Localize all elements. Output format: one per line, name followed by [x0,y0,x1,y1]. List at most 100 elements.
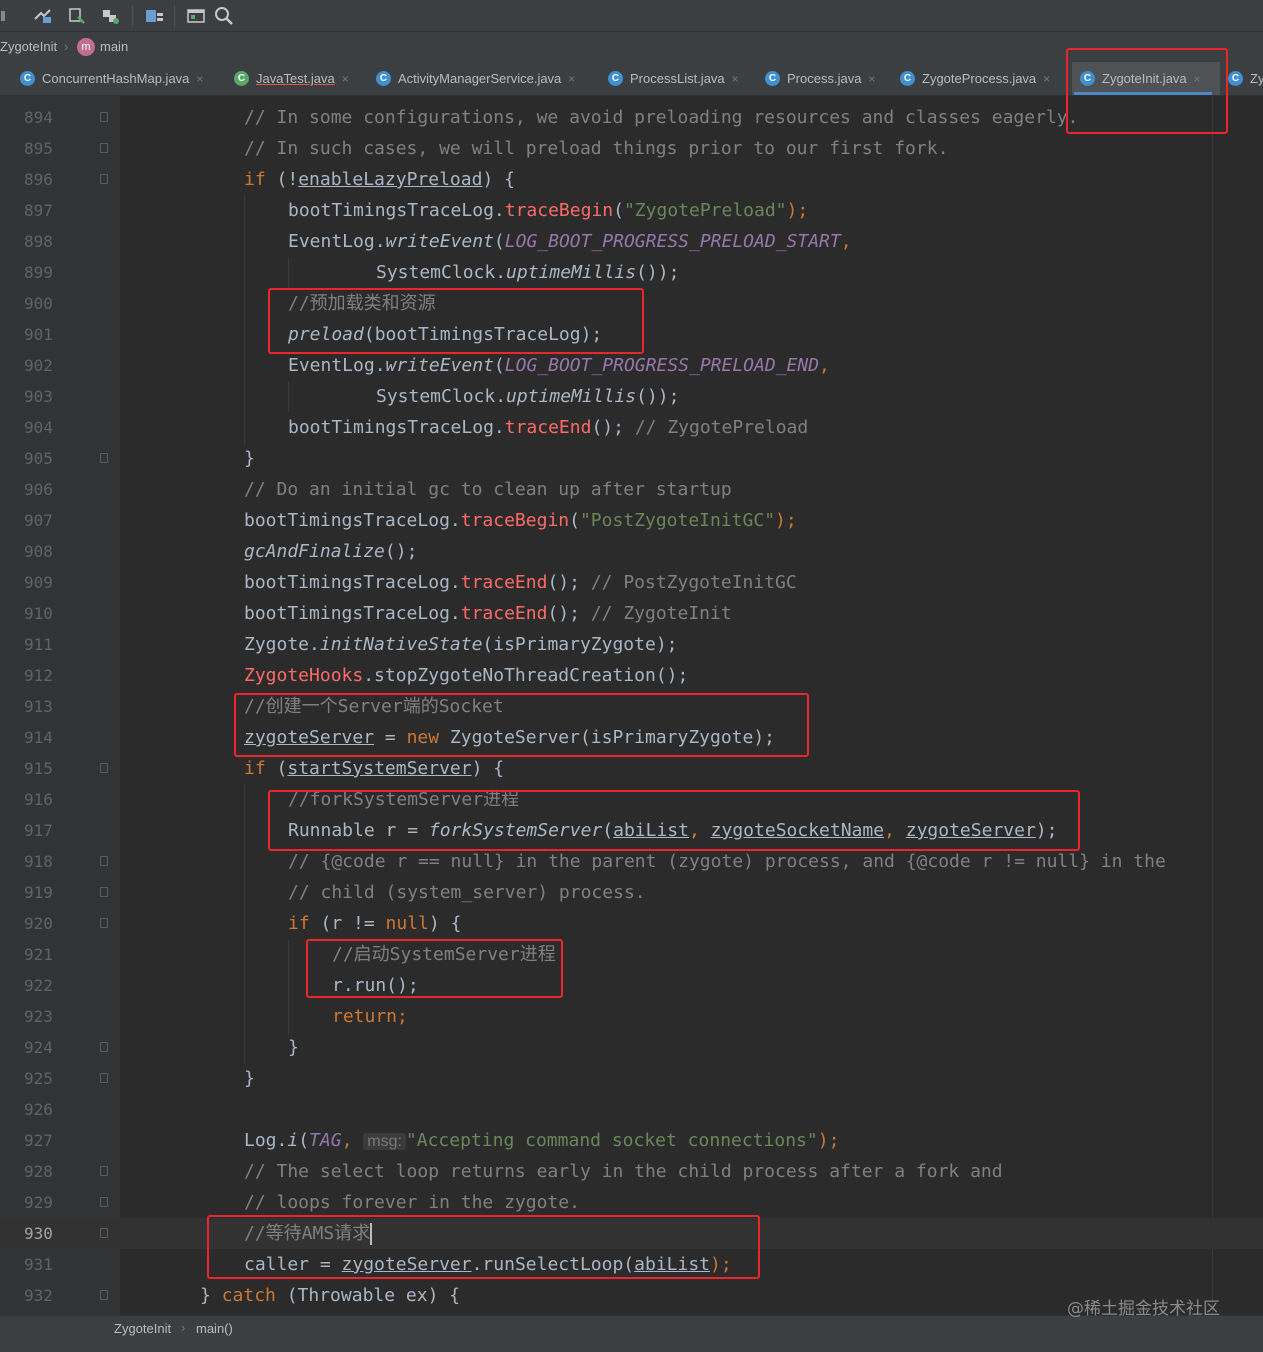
code-line-915[interactable]: 915 if (startSystemServer) { [0,753,1263,784]
code-line-909[interactable]: 909 bootTimingsTraceLog.traceEnd(); // P… [0,567,1263,598]
code-text: ); [775,510,797,531]
search-icon[interactable] [213,5,235,27]
fold-marker-icon[interactable] [100,763,108,773]
code-line-898[interactable]: 898 EventLog.writeEvent(LOG_BOOT_PROGRES… [0,226,1263,257]
code-keyword: null [385,913,429,934]
fold-marker-icon[interactable] [100,1228,108,1238]
fold-marker-icon[interactable] [100,453,108,463]
code-keyword: catch [221,1285,276,1306]
line-number: 897 [24,201,53,220]
tab-activitymanagerservice[interactable]: C ActivityManagerService.java × [376,62,575,95]
code-line-896[interactable]: 896 if (!enableLazyPreload) { [0,164,1263,195]
close-icon[interactable]: × [732,72,739,86]
code-text: ()); [636,262,680,283]
code-line-903[interactable]: 903 SystemClock.uptimeMillis()); [0,381,1263,412]
code-line-919[interactable]: 919 // child (system_server) process. [0,877,1263,908]
fold-marker-icon[interactable] [100,112,108,122]
window-icon[interactable] [185,5,207,27]
fold-marker-icon[interactable] [100,174,108,184]
code-comment: // ZygoteInit [590,603,732,624]
line-number: 910 [24,604,53,623]
code-method: traceBegin [504,200,614,221]
code-line-926[interactable]: 926 [0,1094,1263,1125]
code-constant: LOG_BOOT_PROGRESS_PRELOAD_START [504,231,841,252]
status-class[interactable]: ZygoteInit [114,1321,171,1336]
close-icon[interactable]: × [1043,72,1050,86]
code-line-906[interactable]: 906 // Do an initial gc to clean up afte… [0,474,1263,505]
status-breadcrumb: ZygoteInit › main() [0,1315,1263,1352]
code-text: ); [817,1130,840,1151]
fold-marker-icon[interactable] [100,1042,108,1052]
line-number: 907 [24,511,53,530]
code-comment: // In such cases, we will preload things… [244,138,949,159]
build-icon[interactable] [32,5,54,27]
code-line-924[interactable]: 924 } [0,1032,1263,1063]
close-icon[interactable]: × [196,72,203,86]
line-number: 899 [24,263,53,282]
code-text: ) { [482,169,515,190]
code-text: (); [591,417,635,438]
code-text: } [244,448,255,469]
fold-marker-icon[interactable] [100,1073,108,1083]
code-line-902[interactable]: 902 EventLog.writeEvent(LOG_BOOT_PROGRES… [0,350,1263,381]
code-line-911[interactable]: 911 Zygote.initNativeState(isPrimaryZygo… [0,629,1263,660]
deploy-icon[interactable] [100,5,122,27]
tab-concurrenthashmap[interactable]: C ConcurrentHashMap.java × [20,62,203,95]
breadcrumb-class[interactable]: ZygoteInit [0,39,57,54]
line-number: 930 [24,1224,53,1243]
code-line-920[interactable]: 920 if (r != null) { [0,908,1263,939]
code-line-921[interactable]: 921 //启动SystemServer进程 [0,939,1263,970]
annotation-box-zygoteserver [234,693,809,757]
fold-marker-icon[interactable] [100,887,108,897]
tab-label: ConcurrentHashMap.java [42,71,190,86]
code-line-910[interactable]: 910 bootTimingsTraceLog.traceEnd(); // Z… [0,598,1263,629]
code-line-908[interactable]: 908 gcAndFinalize(); [0,536,1263,567]
fold-marker-icon[interactable] [100,1197,108,1207]
line-number: 902 [24,356,53,375]
code-line-897[interactable]: 897 bootTimingsTraceLog.traceBegin("Zygo… [0,195,1263,226]
line-number: 896 [24,170,53,189]
status-method[interactable]: main() [196,1321,233,1336]
code-line-899[interactable]: 899 SystemClock.uptimeMillis()); [0,257,1263,288]
fold-marker-icon[interactable] [100,143,108,153]
fold-marker-icon[interactable] [100,1290,108,1300]
code-line-925[interactable]: 925 } [0,1063,1263,1094]
code-line-907[interactable]: 907 bootTimingsTraceLog.traceBegin("Post… [0,505,1263,536]
close-icon[interactable]: × [342,72,349,86]
code-text: bootTimingsTraceLog. [288,200,505,221]
code-text: ( [493,231,505,252]
breadcrumb-method[interactable]: main [100,39,128,54]
code-line-922[interactable]: 922 r.run(); [0,970,1263,1001]
line-number: 923 [24,1007,53,1026]
close-icon[interactable]: × [568,72,575,86]
fold-marker-icon[interactable] [100,856,108,866]
class-icon: C [608,71,623,86]
code-line-904[interactable]: 904 bootTimingsTraceLog.traceEnd(); // Z… [0,412,1263,443]
line-number: 931 [24,1255,53,1274]
code-comment: // In some configurations, we avoid prel… [244,107,1079,128]
tab-processlist[interactable]: C ProcessList.java × [608,62,739,95]
code-text: ) { [471,758,505,779]
code-line-905[interactable]: 905 } [0,443,1263,474]
fold-marker-icon[interactable] [100,918,108,928]
line-number: 895 [24,139,53,158]
tab-javatest[interactable]: C JavaTest.java × [234,62,349,95]
code-line-928[interactable]: 928 // The select loop returns early in … [0,1156,1263,1187]
code-line-895[interactable]: 895 // In such cases, we will preload th… [0,133,1263,164]
run-target-icon[interactable] [66,5,88,27]
line-number: 929 [24,1193,53,1212]
code-constant: TAG [309,1130,342,1151]
line-number: 903 [24,387,53,406]
tab-zygoteprocess[interactable]: C ZygoteProcess.java × [900,62,1050,95]
code-text: ( [613,200,624,221]
tab-process[interactable]: C Process.java × [765,62,875,95]
code-line-927[interactable]: 927 Log.i(TAG, msg: "Accepting command so… [0,1125,1263,1156]
line-number: 925 [24,1069,53,1088]
close-icon[interactable]: × [868,72,875,86]
fold-marker-icon[interactable] [100,1166,108,1176]
project-structure-icon[interactable] [144,5,166,27]
code-line-912[interactable]: 912 ZygoteHooks.stopZygoteNoThreadCreati… [0,660,1263,691]
code-line-929[interactable]: 929 // loops forever in the zygote. [0,1187,1263,1218]
code-line-923[interactable]: 923 return; [0,1001,1263,1032]
tab-zy[interactable]: C Zy [1228,62,1263,95]
